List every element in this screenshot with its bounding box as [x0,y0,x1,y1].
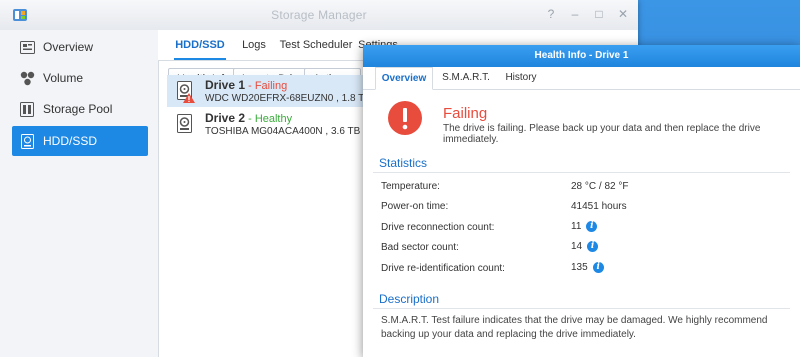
drive-separator: - [245,80,255,92]
tab-logs[interactable]: Logs [238,30,270,60]
tab-overview[interactable]: Overview [375,67,433,90]
hdd-icon [19,133,35,149]
failing-drive-icon [177,81,195,103]
stat-label-temperature: Temperature: [381,181,440,192]
close-icon[interactable]: ✕ [616,7,630,21]
stat-label-reidentification: Drive re-identification count: [381,263,505,274]
minimize-icon[interactable]: – [568,7,582,21]
divider [373,308,790,309]
stat-label-bad-sector: Bad sector count: [381,242,459,253]
help-icon[interactable]: ? [544,7,558,21]
status-title: Failing [443,105,488,122]
stat-value: 14 [571,241,583,252]
volume-icon [19,70,35,86]
stat-value-reconnection: 11 i [571,221,598,232]
dialog-title[interactable]: Health Info - Drive 1 [363,45,800,67]
stat-label-power-on: Power-on time: [381,201,449,212]
drive-title: Drive 2 - Healthy [205,111,292,125]
info-icon[interactable]: i [592,262,604,273]
stat-value: 135 [571,262,588,273]
health-info-dialog: Health Info - Drive 1 Overview S.M.A.R.T… [363,45,800,357]
drive-status-healthy: Healthy [254,113,293,125]
tab-test-scheduler[interactable]: Test Scheduler [276,30,356,60]
tab-history[interactable]: History [501,67,541,89]
sidebar-item-label: Overview [43,40,94,54]
statistics-heading: Statistics [379,156,428,170]
stat-value-temperature: 28 °C / 82 °F [571,181,628,192]
maximize-icon[interactable]: □ [592,7,606,21]
drive-separator: - [245,113,255,125]
stat-value-bad-sector: 14 i [571,241,599,252]
tab-smart[interactable]: S.M.A.R.T. [437,67,495,89]
overview-icon [19,39,35,55]
sidebar-item-volume[interactable]: Volume [12,63,148,93]
sidebar-item-label: HDD/SSD [43,134,98,148]
drive-title: Drive 1 - Failing [205,78,287,92]
stat-value: 41451 hours [571,201,627,212]
sidebar-item-hdd-ssd[interactable]: HDD/SSD [12,126,148,156]
drive-name: Drive 2 [205,111,246,125]
drive-icon [177,114,192,133]
drive-status-failing: Failing [254,80,288,92]
title-bar[interactable]: Storage Manager ? – □ ✕ [0,0,638,31]
description-text: S.M.A.R.T. Test failure indicates that t… [381,315,768,340]
drive-model: TOSHIBA MG04ACA400N , 3.6 TB HDD [205,126,385,137]
divider [373,172,790,173]
info-icon[interactable]: i [587,241,599,252]
sidebar-item-label: Volume [43,71,84,85]
storage-pool-icon [19,101,35,117]
drive-name: Drive 1 [205,78,246,92]
dialog-tabs: Overview S.M.A.R.T. History [363,67,800,90]
stat-value: 11 [571,221,582,232]
stat-label-reconnection: Drive reconnection count: [381,222,495,233]
tab-hdd-ssd[interactable]: HDD/SSD [168,30,232,60]
description-heading: Description [379,292,440,306]
sidebar-item-overview[interactable]: Overview [12,32,148,62]
sidebar-item-label: Storage Pool [43,102,113,116]
status-description: The drive is failing. Please back up you… [443,123,761,145]
sidebar: Overview Volume Storage Pool HDD/SSD [0,30,159,357]
stat-value-reidentification: 135 i [571,262,604,273]
info-icon[interactable]: i [586,221,598,232]
stat-value: 28 °C / 82 °F [571,181,629,192]
stat-value-power-on: 41451 hours [571,201,627,212]
failing-alert-icon [388,101,422,135]
sidebar-item-storage-pool[interactable]: Storage Pool [12,94,148,124]
window-title: Storage Manager [271,8,367,22]
